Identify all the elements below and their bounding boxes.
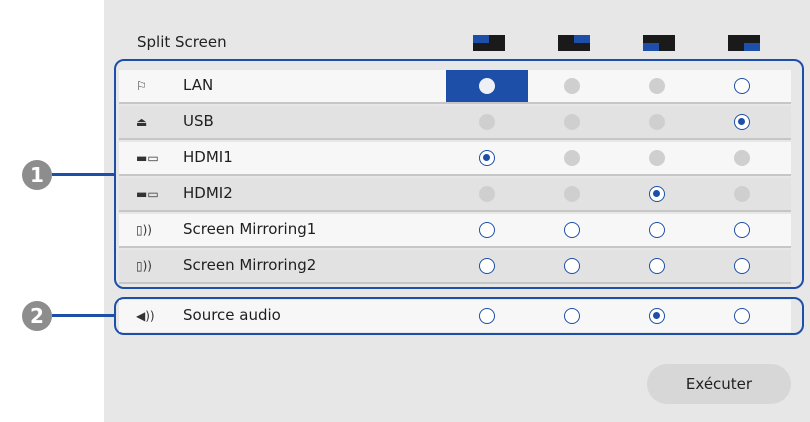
- cell-screen-mirroring1-layout-top-left[interactable]: [446, 214, 528, 246]
- screen-mirroring-icon: ▯)): [136, 223, 152, 237]
- lan-icon: ⚐: [136, 79, 147, 93]
- cell-lan-layout-top-right: [531, 70, 613, 102]
- callout-1-leader: [52, 173, 116, 176]
- cell-hdmi1-layout-top-left[interactable]: [446, 142, 528, 174]
- cell-hdmi2-layout-bottom-left[interactable]: [616, 178, 698, 210]
- row-divider: [119, 246, 791, 248]
- cell-hdmi2-layout-bottom-right: [701, 178, 783, 210]
- cell-source-audio-layout-top-right[interactable]: [531, 300, 613, 332]
- radio-disabled: [564, 78, 580, 94]
- usb-icon: ⏏: [136, 115, 148, 129]
- radio-disabled: [564, 186, 580, 202]
- source-row-lan: ⚐ LAN: [119, 70, 791, 104]
- cell-screen-mirroring2-layout-top-right[interactable]: [531, 250, 613, 282]
- radio-disabled: [734, 186, 750, 202]
- radio-checked[interactable]: [649, 186, 665, 202]
- cell-screen-mirroring2-layout-bottom-left[interactable]: [616, 250, 698, 282]
- radio-unchecked[interactable]: [734, 258, 750, 274]
- hdmi-icon: ▬▭: [136, 151, 159, 165]
- radio-disabled: [479, 186, 495, 202]
- cell-screen-mirroring2-layout-top-left[interactable]: [446, 250, 528, 282]
- radio-checked[interactable]: [479, 150, 495, 166]
- cell-lan-layout-bottom-right[interactable]: [701, 70, 783, 102]
- row-divider: [119, 174, 791, 176]
- source-label: Screen Mirroring2: [183, 256, 317, 274]
- cell-lan-layout-bottom-left: [616, 70, 698, 102]
- cell-hdmi1-layout-top-right: [531, 142, 613, 174]
- radio-unchecked[interactable]: [564, 258, 580, 274]
- cell-screen-mirroring1-layout-bottom-right[interactable]: [701, 214, 783, 246]
- cell-screen-mirroring2-layout-bottom-right[interactable]: [701, 250, 783, 282]
- source-row-hdmi2: ▬▭ HDMI2: [119, 178, 791, 212]
- row-divider: [119, 210, 791, 212]
- layout-top-right-icon: [558, 35, 590, 51]
- callout-2: 2: [22, 301, 52, 331]
- radio-disabled: [649, 78, 665, 94]
- source-row-source-audio: ◀)) Source audio: [119, 300, 791, 332]
- cell-source-audio-layout-bottom-left[interactable]: [616, 300, 698, 332]
- radio-checked[interactable]: [649, 308, 665, 324]
- source-label: USB: [183, 112, 214, 130]
- source-row-screen-mirroring2: ▯)) Screen Mirroring2: [119, 250, 791, 284]
- cell-screen-mirroring1-layout-top-right[interactable]: [531, 214, 613, 246]
- radio-unchecked[interactable]: [479, 222, 495, 238]
- cell-hdmi2-layout-top-left: [446, 178, 528, 210]
- cell-usb-layout-top-right: [531, 106, 613, 138]
- source-label: Source audio: [183, 306, 281, 324]
- cell-hdmi1-layout-bottom-left: [616, 142, 698, 174]
- radio-disabled: [564, 114, 580, 130]
- layout-bottom-right-icon: [728, 35, 760, 51]
- cell-source-audio-layout-bottom-right[interactable]: [701, 300, 783, 332]
- page-title: Split Screen: [137, 33, 227, 51]
- screen-mirroring-icon: ▯)): [136, 259, 152, 273]
- radio-disabled: [479, 114, 495, 130]
- radio-disabled: [649, 114, 665, 130]
- radio-unchecked[interactable]: [734, 222, 750, 238]
- row-divider: [119, 282, 791, 284]
- speaker-icon: ◀)): [136, 309, 155, 323]
- source-label: LAN: [183, 76, 214, 94]
- cell-usb-layout-bottom-left: [616, 106, 698, 138]
- source-row-hdmi1: ▬▭ HDMI1: [119, 142, 791, 176]
- callout-2-leader: [52, 314, 116, 317]
- radio-unchecked[interactable]: [649, 258, 665, 274]
- radio-unchecked[interactable]: [649, 222, 665, 238]
- callout-1: 1: [22, 160, 52, 190]
- row-divider: [119, 102, 791, 104]
- source-label: Screen Mirroring1: [183, 220, 317, 238]
- cell-lan-layout-top-left[interactable]: [446, 70, 528, 102]
- source-row-usb: ⏏ USB: [119, 106, 791, 140]
- radio-unchecked[interactable]: [479, 308, 495, 324]
- cell-hdmi2-layout-top-right: [531, 178, 613, 210]
- radio-disabled: [564, 150, 580, 166]
- radio-unchecked[interactable]: [734, 308, 750, 324]
- layout-bottom-left-icon: [643, 35, 675, 51]
- source-label: HDMI2: [183, 184, 233, 202]
- radio-unchecked[interactable]: [564, 308, 580, 324]
- radio-checked[interactable]: [734, 114, 750, 130]
- radio-unchecked[interactable]: [734, 78, 750, 94]
- radio-disabled: [649, 150, 665, 166]
- cell-hdmi1-layout-bottom-right: [701, 142, 783, 174]
- source-row-screen-mirroring1: ▯)) Screen Mirroring1: [119, 214, 791, 248]
- cell-usb-layout-top-left: [446, 106, 528, 138]
- cell-source-audio-layout-top-left[interactable]: [446, 300, 528, 332]
- cell-screen-mirroring1-layout-bottom-left[interactable]: [616, 214, 698, 246]
- cell-usb-layout-bottom-right[interactable]: [701, 106, 783, 138]
- execute-button[interactable]: Exécuter: [647, 364, 791, 404]
- source-label: HDMI1: [183, 148, 233, 166]
- row-divider: [119, 138, 791, 140]
- radio-unchecked[interactable]: [479, 258, 495, 274]
- radio-checked[interactable]: [479, 78, 495, 94]
- layout-top-left-icon: [473, 35, 505, 51]
- radio-disabled: [734, 150, 750, 166]
- radio-unchecked[interactable]: [564, 222, 580, 238]
- hdmi-icon: ▬▭: [136, 187, 159, 201]
